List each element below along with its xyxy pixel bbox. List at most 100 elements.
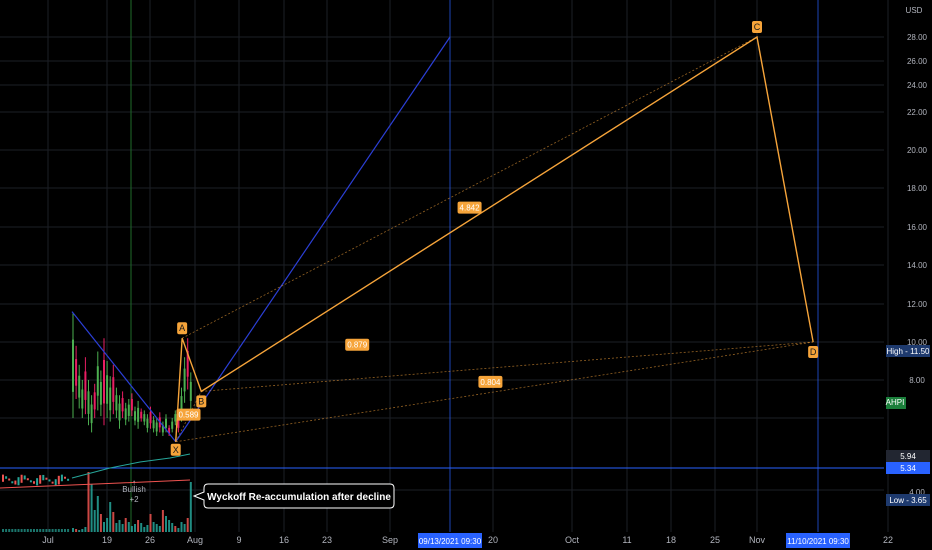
volume-bar — [87, 472, 90, 532]
candle — [14, 480, 17, 485]
candle — [137, 407, 140, 422]
candle — [26, 478, 29, 481]
x-tick-label: 18 — [666, 535, 676, 545]
svg-text:0.879: 0.879 — [347, 341, 368, 350]
point-label-d: D — [808, 346, 819, 358]
volume-bar — [161, 510, 164, 532]
annotations: ↑Bullish+2 Wyckoff Re-accumulation after … — [122, 478, 395, 509]
candle — [99, 381, 102, 405]
y-tick-label: 24.00 — [907, 81, 928, 90]
svg-text:Wyckoff Re-accumulation after: Wyckoff Re-accumulation after decline — [207, 492, 391, 503]
volume-bar — [17, 529, 20, 532]
candle — [11, 481, 14, 484]
candle — [155, 422, 158, 432]
candle — [64, 476, 66, 479]
candle — [84, 371, 87, 400]
volume-bar — [51, 529, 54, 532]
candle — [8, 478, 11, 481]
volume-bar — [186, 518, 189, 532]
currency-label: USD — [906, 6, 923, 15]
volume-bar — [174, 526, 177, 532]
candle — [143, 414, 146, 422]
point-label-x: X — [170, 443, 181, 456]
volume-bar — [90, 484, 93, 532]
x-tick-label: Oct — [565, 535, 580, 545]
volume-bar — [171, 523, 174, 532]
ratio-label: 0.589 — [176, 408, 201, 421]
price-axis[interactable]: USD 28.00 26.00 24.00 22.00 20.00 18.00 16.00 14… — [906, 6, 928, 497]
volume-bar — [48, 529, 51, 532]
y-tick-label: 22.00 — [907, 108, 928, 117]
y-tick-label: 8.00 — [909, 376, 925, 385]
candle — [106, 375, 109, 404]
candle — [109, 387, 112, 411]
candle — [103, 359, 105, 404]
candle — [127, 404, 130, 416]
low-tag: Low - 3.65 — [886, 494, 930, 506]
pattern-diag-bd — [201, 341, 814, 392]
wyckoff-callout[interactable]: Wyckoff Re-accumulation after decline — [192, 483, 395, 509]
svg-text:X: X — [173, 445, 179, 455]
svg-text:Low - 3.65: Low - 3.65 — [889, 496, 927, 505]
blue-decline-line — [71, 311, 177, 443]
candle — [149, 412, 152, 424]
x-tick-label: 22 — [883, 535, 893, 545]
svg-text:11/10/2021 09:30: 11/10/2021 09:30 — [787, 537, 849, 546]
x-tick-label: Nov — [749, 535, 766, 545]
last-price-tag: 5.94 — [886, 450, 930, 462]
volume-bar — [183, 524, 186, 532]
volume-bar — [124, 518, 127, 532]
ratio-label: 0.879 — [345, 338, 370, 351]
volume-bar — [96, 496, 99, 532]
volume-bar — [177, 528, 180, 532]
candle — [134, 411, 136, 421]
y-tick-label: 20.00 — [907, 146, 928, 155]
volume-bar — [11, 529, 14, 532]
volume-bar — [45, 529, 48, 532]
y-tick-label: 14.00 — [907, 261, 928, 270]
candle — [20, 474, 23, 483]
volume-bar — [165, 516, 167, 532]
point-label-c: C — [752, 21, 762, 33]
volume-bar — [29, 529, 32, 532]
volume-bar — [54, 529, 57, 532]
price-chart[interactable]: 0.589 4.842 0.879 0.804 X A B C D USD 28.00 26.00… — [0, 0, 932, 550]
candle — [29, 480, 32, 483]
candle — [75, 359, 78, 386]
candle — [90, 404, 93, 424]
y-tick-label: 26.00 — [907, 57, 928, 66]
candle — [60, 474, 63, 482]
volume-bar — [84, 527, 87, 532]
volume-bar — [67, 529, 70, 532]
pattern-point-labels: X A B C D — [170, 21, 819, 456]
candle — [152, 420, 155, 429]
volume-bar — [33, 529, 35, 532]
volume-bar — [42, 529, 45, 532]
grid — [0, 0, 889, 532]
volume-bar — [134, 524, 136, 532]
svg-text:High - 11.50: High - 11.50 — [887, 347, 931, 356]
y-tick-label: 16.00 — [907, 223, 928, 232]
candle — [45, 477, 48, 480]
volume-bar — [118, 520, 121, 532]
x-tick-label: Sep — [382, 535, 398, 545]
volume-bar — [109, 502, 112, 532]
volume-bar — [5, 529, 8, 532]
candle — [130, 399, 133, 411]
volume-bar — [72, 528, 74, 532]
x-tick-label: 11 — [622, 535, 631, 545]
candle — [33, 481, 35, 484]
volume-bar — [75, 529, 78, 532]
volume-bar — [106, 518, 109, 532]
candle — [93, 392, 96, 410]
svg-text:09/13/2021 09:30: 09/13/2021 09:30 — [419, 537, 482, 546]
ratio-label: 0.804 — [478, 375, 503, 388]
svg-text:Bullish: Bullish — [122, 485, 146, 494]
volume-bar — [137, 520, 140, 532]
price-tags: High - 11.50 AHPI 5.94 5.34 Low - 3.65 — [886, 345, 930, 506]
volume-bar — [121, 524, 124, 532]
candle — [17, 477, 20, 486]
time-axis[interactable]: Jul 19 26 Aug 9 16 23 Sep 20 Oct 11 18 25 Nov 22 09/13/… — [42, 533, 893, 548]
x-tick-label: 23 — [322, 535, 332, 545]
volume-bar — [149, 514, 152, 532]
